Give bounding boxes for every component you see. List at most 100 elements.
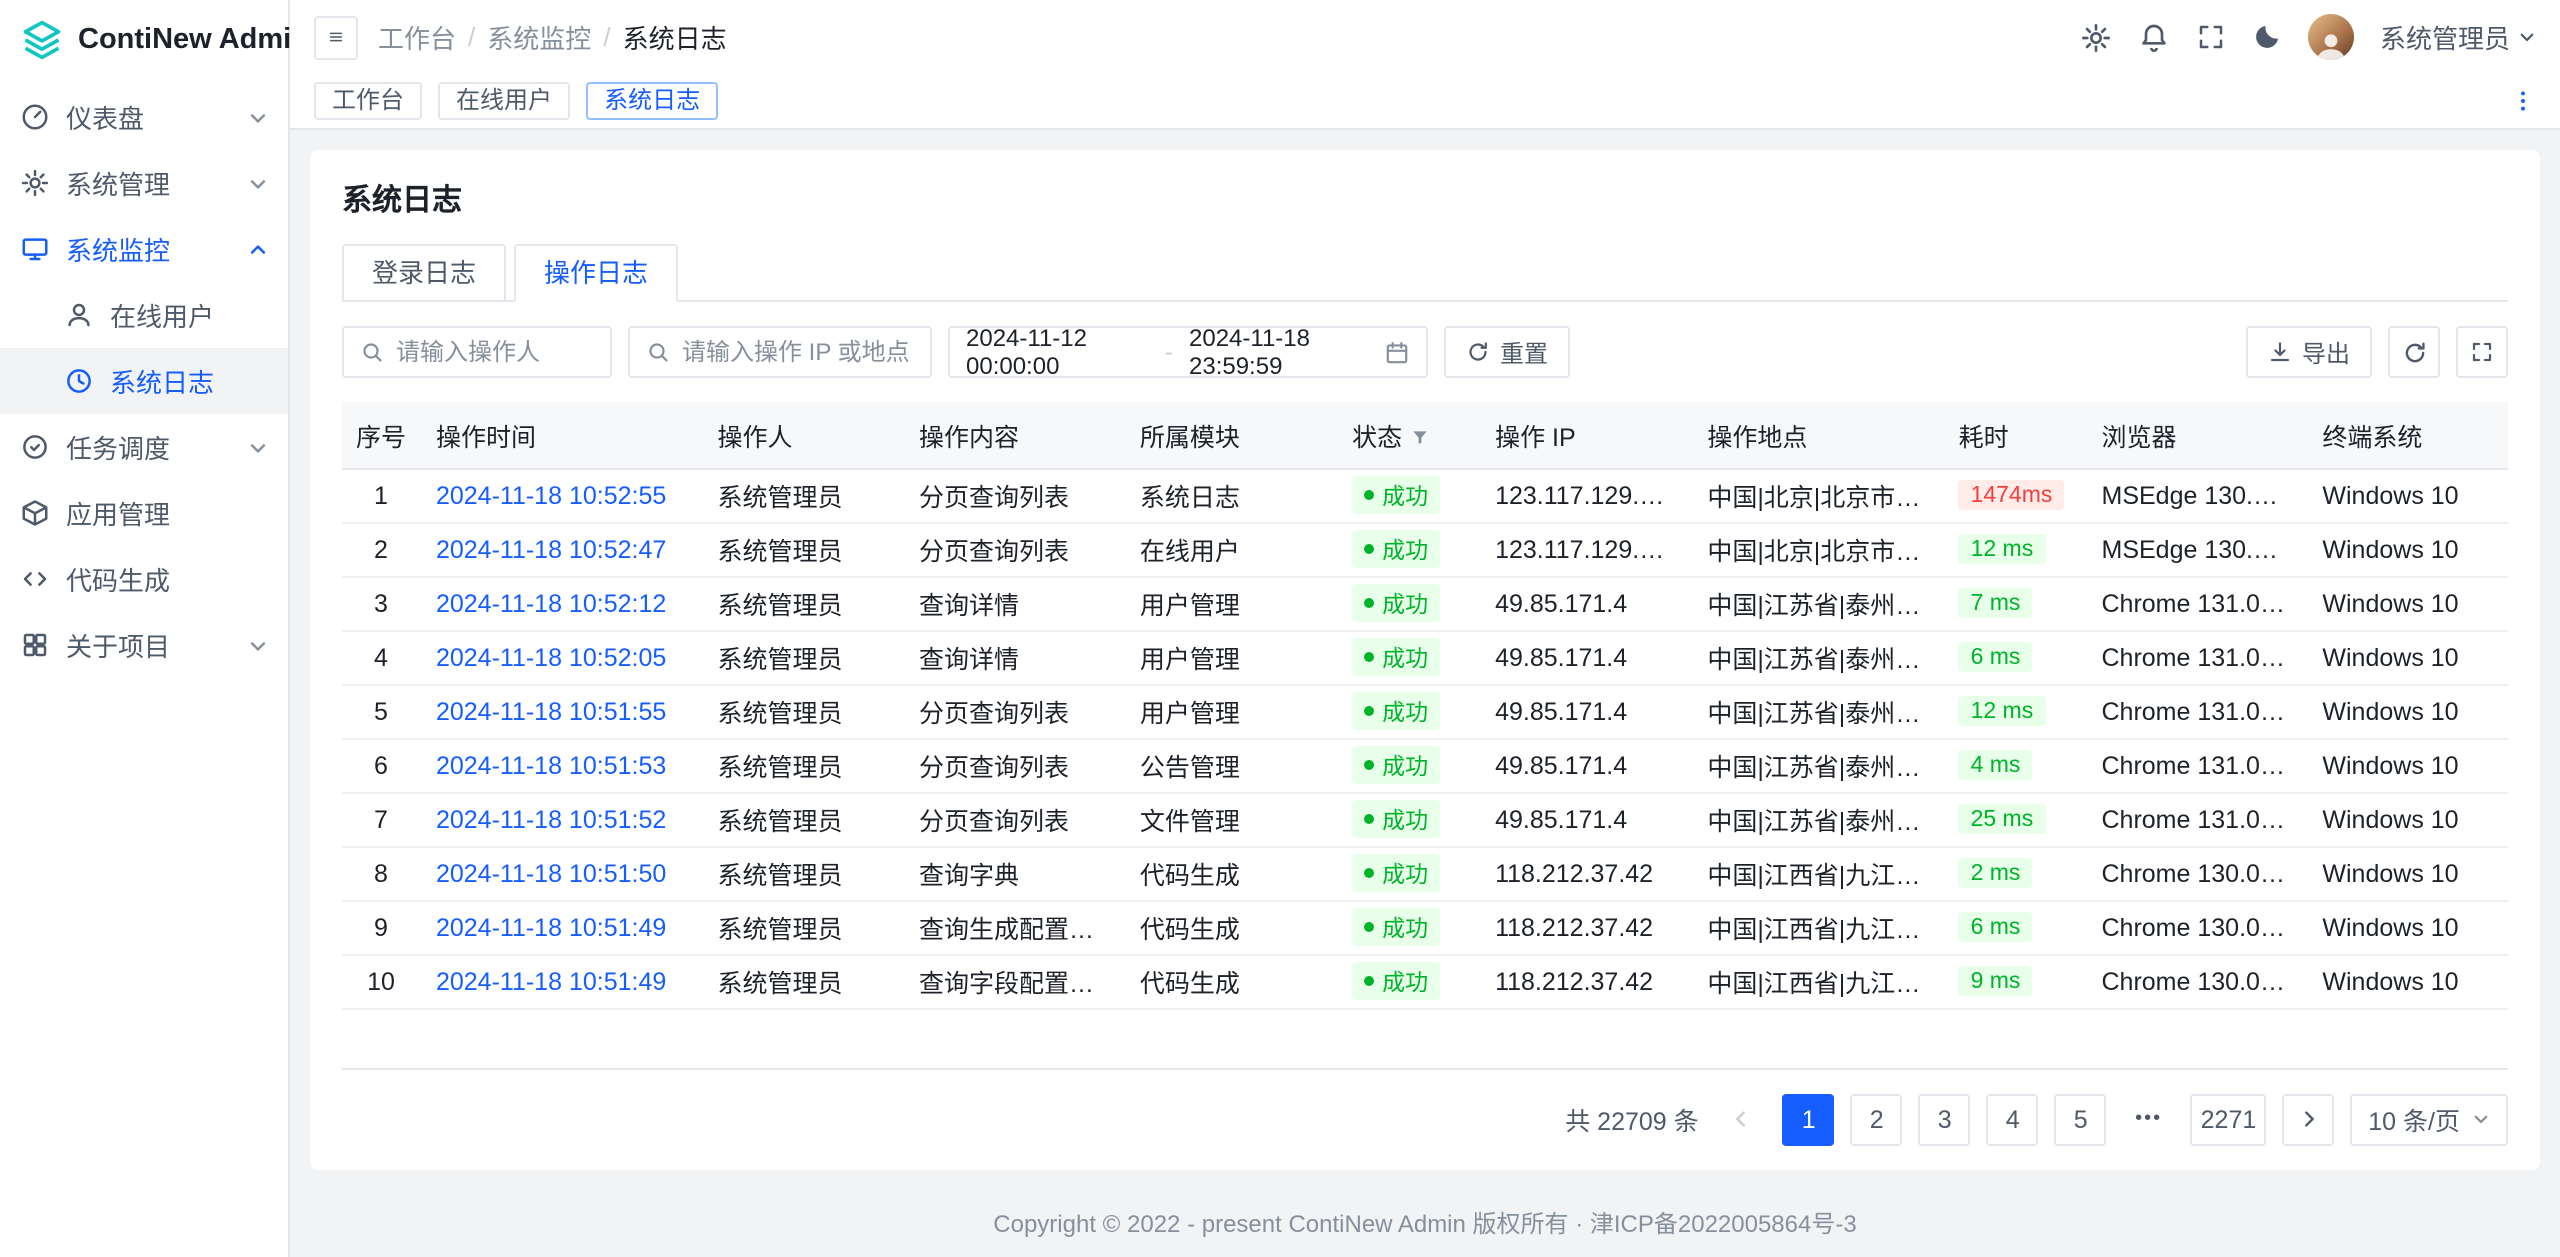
sidebar-item-system-logs[interactable]: 系统日志: [0, 348, 288, 414]
cell-operator: 系统管理员: [702, 954, 903, 1008]
page-button[interactable]: 4: [1987, 1093, 2039, 1145]
time-link[interactable]: 2024-11-18 10:51:52: [436, 805, 666, 833]
table-row[interactable]: 1 2024-11-18 10:52:55 系统管理员 分页查询列表 系统日志 …: [342, 468, 2508, 522]
fullscreen-icon[interactable]: [2196, 22, 2226, 52]
sidebar-item-code-generation[interactable]: 代码生成: [0, 546, 288, 612]
status-badge: 成功: [1352, 962, 1440, 1000]
cell-time: 2024-11-18 10:52:12: [420, 576, 702, 630]
page-button[interactable]: 3: [1919, 1093, 1971, 1145]
user-name: 系统管理员: [2380, 18, 2510, 56]
page-button[interactable]: 2: [1851, 1093, 1903, 1145]
filter-icon[interactable]: [1410, 428, 1430, 448]
cell-content: 分页查询列表: [903, 468, 1124, 522]
cell-browser: Chrome 130.0.0.0: [2086, 900, 2307, 954]
notification-bell-icon[interactable]: [2138, 21, 2170, 53]
user-avatar[interactable]: [2308, 14, 2354, 60]
operator-search-input[interactable]: [396, 338, 594, 366]
chevron-down-icon: [248, 107, 268, 127]
cell-content: 分页查询列表: [903, 792, 1124, 846]
sidebar-item-label: 系统监控: [66, 230, 170, 268]
status-dot-icon: [1364, 490, 1374, 500]
cell-operator: 系统管理员: [702, 792, 903, 846]
sidebar-item-dashboard[interactable]: 仪表盘: [0, 84, 288, 150]
expand-icon: [2470, 340, 2494, 364]
page-size-select[interactable]: 10 条/页: [2350, 1093, 2508, 1145]
table-row[interactable]: 6 2024-11-18 10:51:53 系统管理员 分页查询列表 公告管理 …: [342, 738, 2508, 792]
cell-content: 查询字段配置列表: [903, 954, 1124, 1008]
column-header-os: 终端系统: [2306, 402, 2508, 468]
sidebar-item-system-management[interactable]: 系统管理: [0, 150, 288, 216]
column-header-time: 操作时间: [420, 402, 702, 468]
cell-location: 中国|江苏省|泰州市|...: [1691, 684, 1942, 738]
table-row[interactable]: 5 2024-11-18 10:51:55 系统管理员 分页查询列表 用户管理 …: [342, 684, 2508, 738]
breadcrumb-item[interactable]: 系统监控: [487, 18, 591, 56]
cell-time: 2024-11-18 10:51:50: [420, 846, 702, 900]
next-page-button[interactable]: [2282, 1093, 2334, 1145]
tab-login-logs[interactable]: 登录日志: [342, 244, 506, 302]
tab-operation-logs[interactable]: 操作日志: [514, 244, 678, 302]
main-area: 工作台 / 系统监控 / 系统日志: [290, 0, 2560, 1257]
cell-operator: 系统管理员: [702, 630, 903, 684]
date-range-picker[interactable]: 2024-11-12 00:00:00 - 2024-11-18 23:59:5…: [948, 326, 1428, 378]
chevron-down-icon: [248, 173, 268, 193]
cell-browser: Chrome 131.0.0.0: [2086, 576, 2307, 630]
sidebar-item-about-project[interactable]: 关于项目: [0, 612, 288, 678]
time-link[interactable]: 2024-11-18 10:52:12: [436, 589, 666, 617]
sidebar-item-online-users[interactable]: 在线用户: [0, 282, 288, 348]
chevron-down-icon: [248, 635, 268, 655]
page-button[interactable]: 5: [2055, 1093, 2107, 1145]
time-link[interactable]: 2024-11-18 10:52:47: [436, 535, 666, 563]
cell-operator: 系统管理员: [702, 846, 903, 900]
duration-badge: 12 ms: [1959, 697, 2046, 727]
page-footer: Copyright © 2022 - present ContiNew Admi…: [290, 1189, 2560, 1257]
log-table-body: 1 2024-11-18 10:52:55 系统管理员 分页查询列表 系统日志 …: [342, 468, 2508, 1008]
table-row[interactable]: 3 2024-11-18 10:52:12 系统管理员 查询详情 用户管理 成功…: [342, 576, 2508, 630]
ip-search-input[interactable]: [682, 338, 914, 366]
time-link[interactable]: 2024-11-18 10:51:49: [436, 913, 666, 941]
reset-button[interactable]: 重置: [1444, 326, 1570, 378]
breadcrumb-item[interactable]: 工作台: [378, 18, 456, 56]
chevron-down-icon: [2518, 28, 2536, 46]
cell-browser: MSEdge 130.0.0.0: [2086, 468, 2307, 522]
time-link[interactable]: 2024-11-18 10:52:55: [436, 481, 666, 509]
table-row[interactable]: 9 2024-11-18 10:51:49 系统管理员 查询生成配置信息 代码生…: [342, 900, 2508, 954]
table-row[interactable]: 2 2024-11-18 10:52:47 系统管理员 分页查询列表 在线用户 …: [342, 522, 2508, 576]
page-button[interactable]: 1: [1783, 1093, 1835, 1145]
sidebar-item-system-monitor[interactable]: 系统监控: [0, 216, 288, 282]
table-row[interactable]: 7 2024-11-18 10:51:52 系统管理员 分页查询列表 文件管理 …: [342, 792, 2508, 846]
column-header-browser: 浏览器: [2086, 402, 2307, 468]
nav-tab-workbench[interactable]: 工作台: [314, 82, 422, 120]
cell-os: Windows 10: [2306, 954, 2508, 1008]
time-link[interactable]: 2024-11-18 10:51:53: [436, 751, 666, 779]
page-ellipsis[interactable]: •••: [2123, 1093, 2175, 1145]
page-button[interactable]: 2271: [2191, 1093, 2267, 1145]
table-fullscreen-button[interactable]: [2456, 326, 2508, 378]
cell-location: 中国|江苏省|泰州市|...: [1691, 792, 1942, 846]
settings-icon[interactable]: [2080, 21, 2112, 53]
cell-content: 查询详情: [903, 630, 1124, 684]
sidebar-item-task-scheduler[interactable]: 任务调度: [0, 414, 288, 480]
nav-tab-system-logs[interactable]: 系统日志: [586, 82, 718, 120]
dark-mode-moon-icon[interactable]: [2252, 22, 2282, 52]
cell-content: 分页查询列表: [903, 738, 1124, 792]
date-range-start: 2024-11-12 00:00:00: [966, 324, 1149, 380]
app-logo[interactable]: ContiNew Admin: [0, 0, 288, 80]
time-link[interactable]: 2024-11-18 10:51:49: [436, 967, 666, 995]
table-row[interactable]: 8 2024-11-18 10:51:50 系统管理员 查询字典 代码生成 成功…: [342, 846, 2508, 900]
user-menu[interactable]: 系统管理员: [2380, 18, 2536, 56]
time-link[interactable]: 2024-11-18 10:52:05: [436, 643, 666, 671]
prev-page-button[interactable]: [1715, 1093, 1767, 1145]
export-button[interactable]: 导出: [2246, 326, 2372, 378]
cell-browser: Chrome 131.0.0.0: [2086, 684, 2307, 738]
table-row[interactable]: 4 2024-11-18 10:52:05 系统管理员 查询详情 用户管理 成功…: [342, 630, 2508, 684]
nav-tab-online-users[interactable]: 在线用户: [438, 82, 570, 120]
table-row[interactable]: 10 2024-11-18 10:51:49 系统管理员 查询字段配置列表 代码…: [342, 954, 2508, 1008]
sidebar-collapse-button[interactable]: [314, 15, 358, 59]
refresh-table-button[interactable]: [2388, 326, 2440, 378]
cell-os: Windows 10: [2306, 846, 2508, 900]
duration-badge: 7 ms: [1959, 589, 2033, 619]
sidebar-item-app-management[interactable]: 应用管理: [0, 480, 288, 546]
tab-more-icon[interactable]: [2510, 88, 2536, 114]
time-link[interactable]: 2024-11-18 10:51:50: [436, 859, 666, 887]
time-link[interactable]: 2024-11-18 10:51:55: [436, 697, 666, 725]
